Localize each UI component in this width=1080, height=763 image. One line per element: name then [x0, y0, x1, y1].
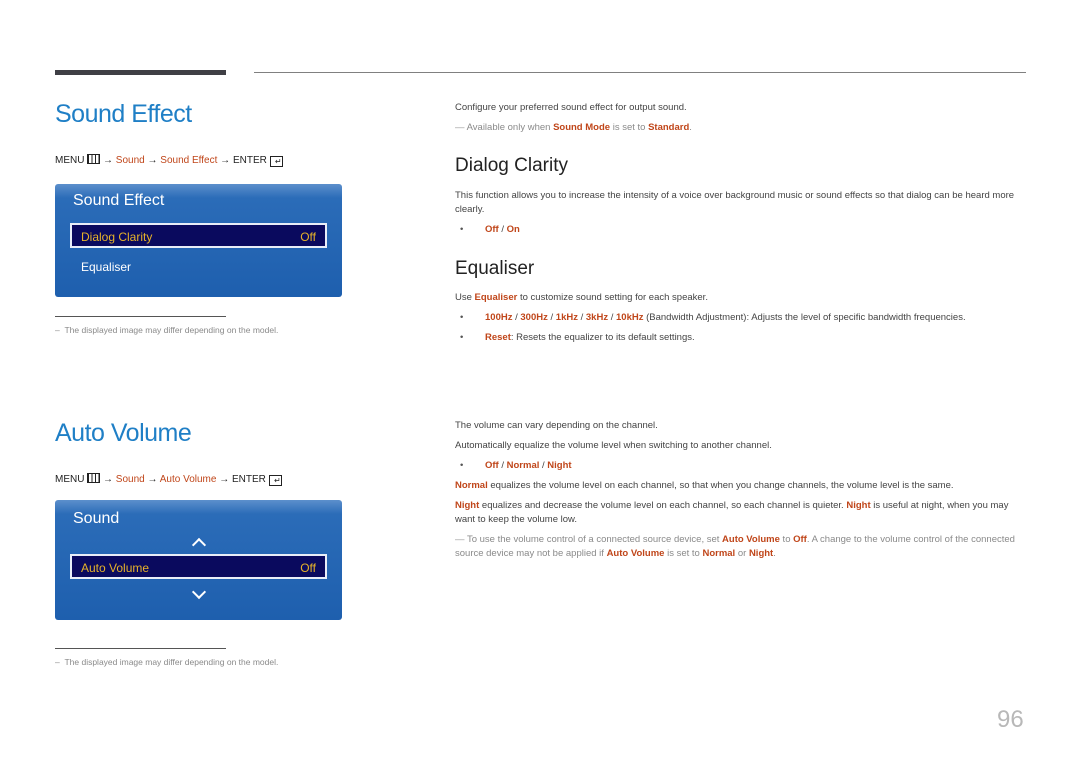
sound-mode-note: — Available only when Sound Mode is set … [455, 122, 692, 133]
menu-step-sound: Sound [115, 155, 145, 166]
term: Normal [702, 548, 736, 559]
page-number: 96 [997, 706, 1024, 733]
footnote-text: The displayed image may differ depending… [64, 325, 279, 335]
reset-term: Reset [485, 332, 511, 343]
text: Use [455, 292, 475, 303]
term: Night [846, 500, 871, 511]
dialog-clarity-description: This function allows you to increase the… [455, 190, 1015, 215]
equaliser-heading: Equaliser [455, 258, 535, 279]
menu-step-sound: Sound [115, 474, 145, 485]
text: to customize sound setting for each spea… [517, 292, 708, 303]
text: equalizes the volume level on each chann… [487, 480, 954, 491]
term: Off [793, 534, 807, 545]
osd-item-equaliser[interactable]: Equaliser [81, 260, 131, 274]
auto-volume-note: — To use the volume control of a connect… [455, 534, 1015, 559]
footnote: – The displayed image may differ dependi… [55, 325, 279, 335]
term: Normal [455, 480, 488, 491]
auto-volume-menu-path: MENU → Sound → Auto Volume → ENTER ↵ [55, 473, 282, 486]
footnote-text: The displayed image may differ depending… [64, 657, 279, 667]
term: Auto Volume [606, 548, 665, 559]
auto-volume-title: Auto Volume [55, 419, 192, 447]
enter-icon: ↵ [269, 156, 283, 167]
text: equalizes and decrease the volume level … [479, 500, 847, 511]
auto-volume-options: • Off / Normal / Night [460, 460, 572, 471]
reset-description: : Resets the equalizer to its default se… [510, 332, 695, 343]
chevron-up-icon[interactable] [191, 537, 206, 553]
enter-icon: ↵ [268, 475, 282, 486]
menu-label: MENU [55, 155, 85, 166]
option: Normal [506, 460, 540, 471]
option: Off [485, 460, 499, 471]
note-term: Standard [648, 122, 690, 133]
option: Night [547, 460, 572, 471]
footnote-rule [55, 316, 226, 317]
enter-label: ENTER [232, 474, 266, 485]
note-text: Available only when [466, 122, 554, 133]
band: 3kHz [585, 312, 609, 323]
header-rule [254, 72, 1026, 73]
menu-icon [87, 154, 101, 164]
text: . [773, 548, 776, 559]
osd-item-dialog-clarity[interactable]: Dialog Clarity Off [70, 223, 327, 248]
arrow: → [219, 474, 230, 485]
osd-title: Sound Effect [73, 192, 165, 209]
osd-item-label: Auto Volume [81, 561, 150, 575]
text: to [779, 534, 794, 545]
osd-title: Sound [73, 510, 120, 527]
header-bar-thick [55, 70, 226, 75]
option: On [506, 224, 520, 235]
night-description: Night equalizes and decrease the volume … [455, 499, 1027, 527]
term: Auto Volume [722, 534, 780, 545]
menu-step-sound-effect: Sound Effect [160, 155, 218, 166]
arrow: → [147, 474, 158, 485]
footnote: – The displayed image may differ dependi… [55, 657, 279, 667]
osd-item-value: Off [300, 230, 316, 244]
arrow: → [103, 474, 114, 485]
note-text: is set to [610, 122, 649, 133]
bands-description: (Bandwidth Adjustment): Adjusts the leve… [643, 312, 966, 323]
menu-label: MENU [55, 474, 85, 485]
osd-item-auto-volume[interactable]: Auto Volume Off [70, 554, 327, 579]
note-text: . [689, 122, 692, 133]
term: Equaliser [474, 292, 518, 303]
dialog-clarity-heading: Dialog Clarity [455, 155, 568, 176]
osd-item-label: Dialog Clarity [81, 230, 153, 244]
text: or [735, 548, 749, 559]
menu-icon [87, 473, 101, 483]
sound-effect-title: Sound Effect [55, 100, 192, 128]
sound-osd: Sound Auto Volume Off [55, 500, 342, 620]
sound-effect-osd: Sound Effect Dialog Clarity Off Equalise… [55, 184, 342, 297]
equaliser-bands: • 100Hz / 300Hz / 1kHz / 3kHz / 10kHz (Ba… [460, 312, 966, 323]
note-term: Sound Mode [553, 122, 611, 133]
normal-description: Normal equalizes the volume level on eac… [455, 479, 954, 493]
band: 100Hz [485, 312, 513, 323]
dialog-clarity-options: • Off / On [460, 224, 520, 235]
enter-label: ENTER [232, 155, 267, 166]
osd-item-value: Off [300, 561, 316, 575]
auto-volume-line1: The volume can vary depending on the cha… [455, 420, 658, 431]
option: Off [485, 224, 499, 235]
arrow: → [220, 155, 231, 166]
equaliser-intro: Use Equaliser to customize sound setting… [455, 291, 708, 305]
menu-step-auto-volume: Auto Volume [159, 474, 217, 485]
band: 10kHz [616, 312, 644, 323]
band: 1kHz [555, 312, 578, 323]
arrow: → [103, 155, 114, 166]
arrow: → [147, 155, 158, 166]
auto-volume-line2: Automatically equalize the volume level … [455, 440, 772, 451]
equaliser-reset: • Reset: Resets the equalizer to its defa… [460, 332, 695, 343]
text: To use the volume control of a connected… [466, 534, 723, 545]
footnote-rule [55, 648, 226, 649]
sound-effect-intro: Configure your preferred sound effect fo… [455, 102, 687, 113]
text: is set to [664, 548, 703, 559]
term: Night [748, 548, 774, 559]
sound-effect-menu-path: MENU → Sound → Sound Effect → ENTER ↵ [55, 154, 283, 167]
band: 300Hz [520, 312, 548, 323]
term: Night [455, 500, 480, 511]
chevron-down-icon[interactable] [191, 584, 206, 600]
